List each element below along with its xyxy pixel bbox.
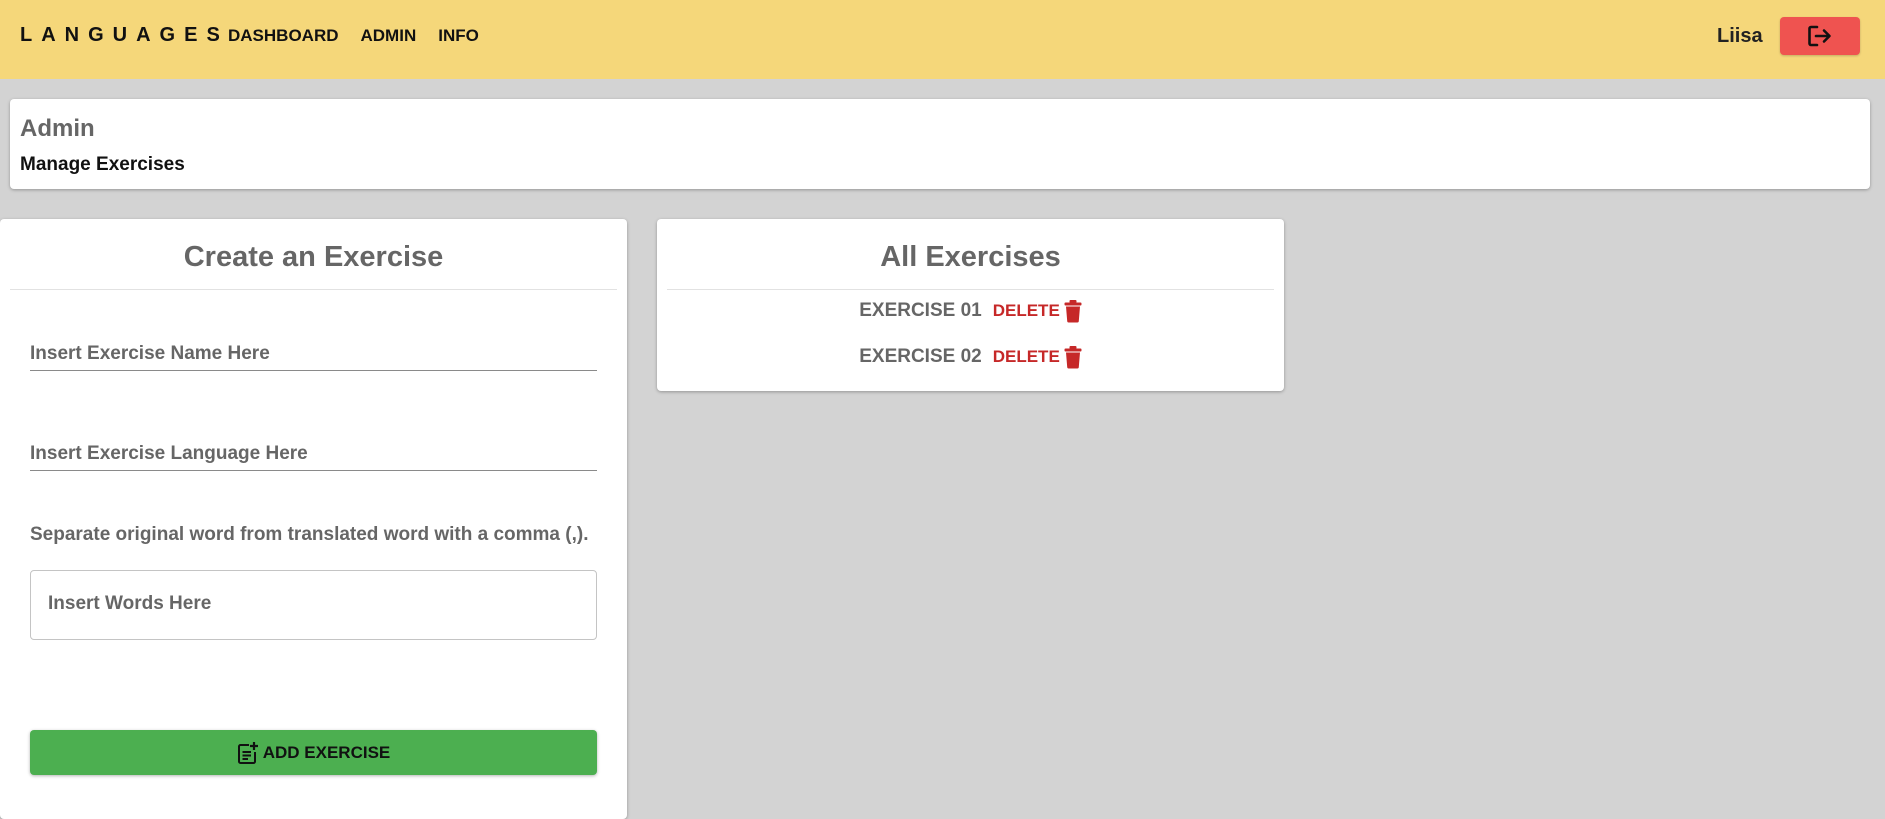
logout-icon <box>1807 24 1833 48</box>
page-subtitle: Manage Exercises <box>20 154 185 175</box>
admin-header-card: Admin Manage Exercises <box>10 99 1870 189</box>
exercise-name-input[interactable] <box>30 337 597 371</box>
logout-button[interactable] <box>1780 17 1860 55</box>
exercise-row: EXERCISE 01 DELETE <box>657 299 1284 323</box>
all-exercises-card: All Exercises EXERCISE 01 DELETE EXERCIS… <box>657 219 1284 391</box>
brand-logo[interactable]: LANGUAGES <box>20 24 229 47</box>
delete-label: DELETE <box>992 347 1060 366</box>
exercise-language-input[interactable] <box>30 437 597 471</box>
create-exercise-title: Create an Exercise <box>183 241 444 273</box>
nav-dashboard[interactable]: DASHBOARD <box>228 26 339 46</box>
post-add-icon <box>237 741 259 765</box>
create-exercise-card: Create an Exercise Separate original wor… <box>0 219 627 819</box>
delete-exercise-button[interactable]: DELETE <box>993 299 1082 323</box>
trash-icon <box>1064 345 1082 369</box>
words-format-hint: Separate original word from translated w… <box>30 524 589 545</box>
exercise-name: EXERCISE 01 <box>859 300 982 321</box>
main-nav: DASHBOARD ADMIN INFO <box>228 26 501 46</box>
delete-exercise-button[interactable]: DELETE <box>993 345 1082 369</box>
exercise-name: EXERCISE 02 <box>859 346 982 367</box>
top-navbar: LANGUAGES DASHBOARD ADMIN INFO Liisa <box>0 0 1885 79</box>
divider <box>667 289 1274 290</box>
divider <box>10 289 617 290</box>
words-input[interactable] <box>30 570 597 640</box>
trash-icon <box>1064 299 1082 323</box>
delete-label: DELETE <box>992 301 1060 320</box>
nav-info[interactable]: INFO <box>438 26 479 46</box>
page-title: Admin <box>20 115 95 142</box>
nav-admin[interactable]: ADMIN <box>361 26 417 46</box>
add-exercise-label: ADD EXERCISE <box>262 742 391 762</box>
exercise-row: EXERCISE 02 DELETE <box>657 345 1284 369</box>
all-exercises-title: All Exercises <box>880 241 1061 273</box>
user-name: Liisa <box>1717 25 1763 47</box>
add-exercise-button[interactable]: ADD EXERCISE <box>30 730 597 775</box>
